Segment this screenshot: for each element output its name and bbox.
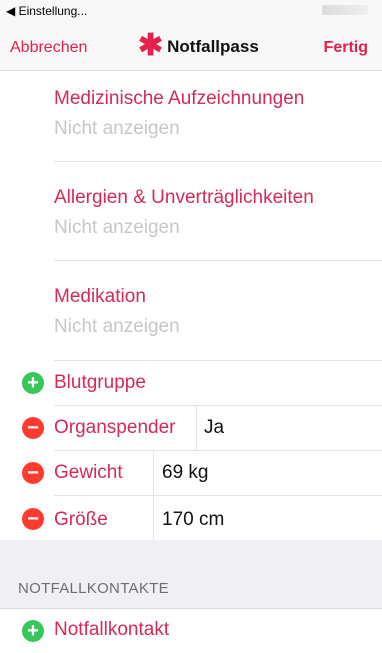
status-bar: ◀ Einstellung... <box>0 0 382 22</box>
allergies-value: Nicht anzeigen <box>54 217 180 238</box>
divider <box>54 260 382 261</box>
blood-type-label: Blutgruppe <box>54 372 146 393</box>
add-emergency-contact-button[interactable]: + <box>22 620 44 642</box>
medical-conditions-title: Medizinische Aufzeichnungen <box>54 88 305 109</box>
remove-height-button[interactable]: − <box>22 508 44 530</box>
organ-donor-label: Organspender <box>54 417 176 438</box>
height-row: − Größe 170 cm <box>0 496 382 540</box>
medical-conditions-value: Nicht anzeigen <box>54 118 180 139</box>
medication-value: Nicht anzeigen <box>54 316 180 337</box>
medical-asterisk-icon: ✱ <box>138 29 164 62</box>
back-to-settings-link[interactable]: ◀ Einstellung... <box>6 4 87 18</box>
navigation-bar: Abbrechen ✱ Notfallpass Fertig <box>0 22 382 71</box>
allergies-item[interactable]: Allergien & Unverträglichkeiten Nicht an… <box>54 187 382 239</box>
blood-type-row[interactable]: + Blutgruppe <box>0 361 382 405</box>
medical-conditions-item[interactable]: Medizinische Aufzeichnungen Nicht anzeig… <box>54 88 382 140</box>
divider <box>54 161 382 162</box>
emergency-contacts-header: NOTFALLKONTAKTE <box>18 580 169 597</box>
weight-label: Gewicht <box>54 462 123 483</box>
column-divider <box>196 406 197 450</box>
column-divider <box>153 496 154 540</box>
add-emergency-contact-row[interactable]: + Notfallkontakt <box>0 608 382 653</box>
column-divider <box>153 451 154 495</box>
emergency-contact-label: Notfallkontakt <box>54 619 170 640</box>
page-title: ✱ Notfallpass <box>138 29 259 62</box>
done-button[interactable]: Fertig <box>324 39 368 57</box>
weight-value[interactable]: 69 kg <box>162 462 208 484</box>
weight-row: − Gewicht 69 kg <box>0 451 382 495</box>
organ-donor-value[interactable]: Ja <box>204 417 224 439</box>
height-label: Größe <box>54 509 108 530</box>
cancel-button[interactable]: Abbrechen <box>10 39 87 57</box>
status-indicators <box>322 5 368 15</box>
height-value[interactable]: 170 cm <box>162 509 224 531</box>
medication-title: Medikation <box>54 286 146 307</box>
page-title-text: Notfallpass <box>167 37 259 56</box>
organ-donor-row: − Organspender Ja <box>0 406 382 450</box>
remove-organ-donor-button[interactable]: − <box>22 417 44 439</box>
medication-item[interactable]: Medikation Nicht anzeigen <box>54 286 382 338</box>
allergies-title: Allergien & Unverträglichkeiten <box>54 187 314 208</box>
add-blood-type-button[interactable]: + <box>22 372 44 394</box>
remove-weight-button[interactable]: − <box>22 462 44 484</box>
